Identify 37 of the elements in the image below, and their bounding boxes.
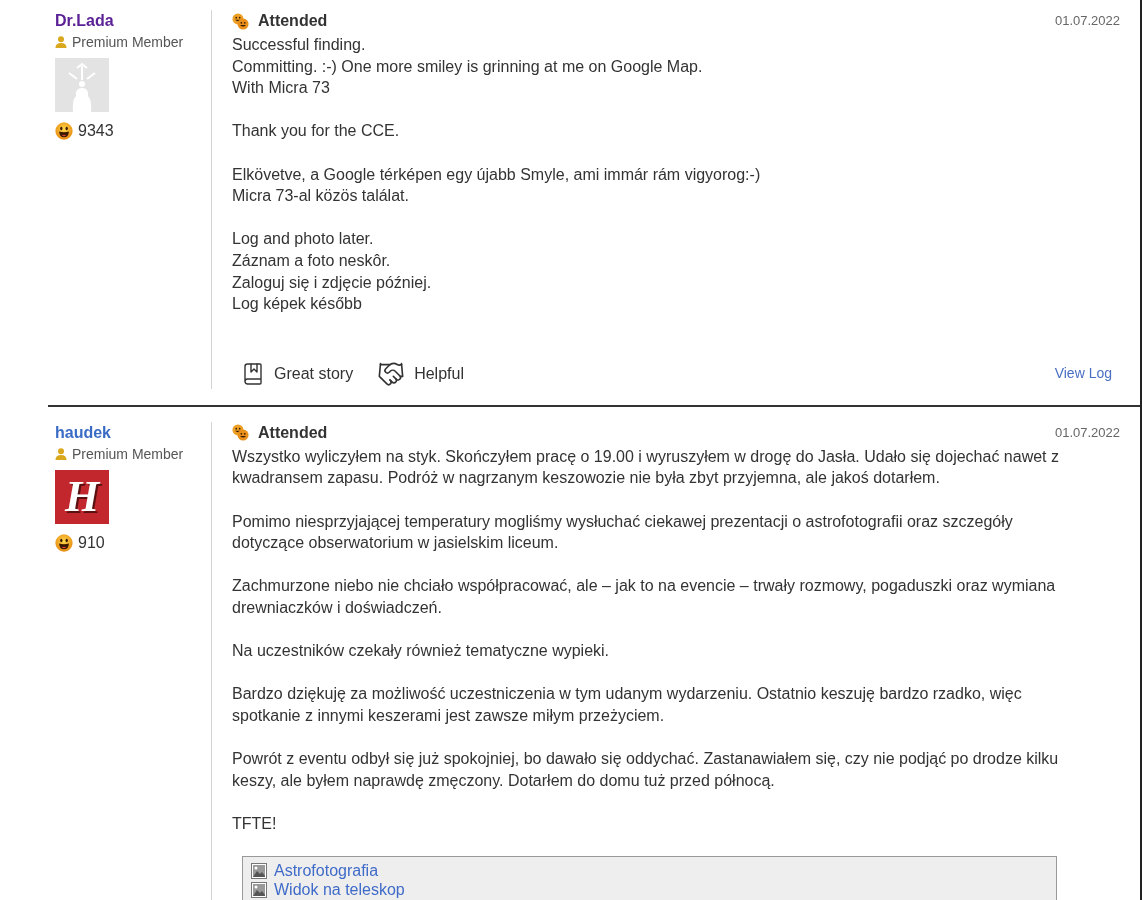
log-paragraph: Pomimo niesprzyjającej temperatury mogliśmy wysłuchać ciekawej prezentacji o astrofotografii oraz szczegóły dotyczące obserwatorium w jasielskim liceum. xyxy=(232,511,1014,554)
log-paragraph: Bardzo dziękuję za możliwość uczestniczenia w tym udanym wydarzeniu. Ostatnio keszuję bardzo rzadko, więc spotkanie z innymi keszerami jest zawsze miłym przeżyciem. xyxy=(232,684,1023,726)
log-type: Attended xyxy=(258,11,328,31)
avatar-letter: H xyxy=(64,474,100,519)
username-link[interactable]: Dr.Lada xyxy=(55,10,114,32)
log-paragraph: Na uczestników czekały również tematyczne wypieki. xyxy=(232,641,611,662)
log-paragraph: Successful finding. Committing. :-) One more smiley is grinning at me on Google Map. With Micra 73 xyxy=(232,35,704,99)
handshake-icon xyxy=(377,359,406,388)
person-icon xyxy=(55,447,67,460)
find-count: 9343 xyxy=(78,121,114,141)
smiley-icon xyxy=(55,122,73,140)
smiley-icon xyxy=(55,533,73,552)
log-paragraph: Thank you for the CCE. xyxy=(232,121,401,142)
log-date: 01.07.2022 xyxy=(1054,12,1120,31)
image-icon xyxy=(251,862,267,879)
reaction-button[interactable]: Great story xyxy=(241,361,354,386)
two-smileys-icon xyxy=(232,12,249,30)
member-rank: Premium Member xyxy=(72,444,184,463)
log-paragraph: Wszystko wyliczyłem na styk. Skończyłem pracę o 19.00 i wyruszyłem w drogę do Jasła. Udało się dojechać nawet z kwadransem zapasu. Podróż w nagrzanym keszowozie nie była zbyt przyjemna, ale jakoś dotarłem. xyxy=(232,446,1060,489)
person-icon xyxy=(55,36,67,48)
member-rank: Premium Member xyxy=(72,33,184,51)
view-log-link[interactable]: View Log xyxy=(1054,363,1112,385)
bookmarked-book-icon xyxy=(241,361,265,386)
log-paragraph: Elkövetve, a Google térképen egy újabb Smyle, ami immár rám vigyorog:-) Micra 73-al közös találat. xyxy=(232,164,762,207)
image-link[interactable]: Widok na teleskop xyxy=(274,880,405,899)
log-date: 01.07.2022 xyxy=(1054,423,1120,442)
reaction-button[interactable]: Helpful xyxy=(377,359,464,388)
log-paragraph: TFTE! xyxy=(232,813,278,834)
log-paragraph: Zachmurzone niebo nie chciało współpracować, ale – jak to na evencie – trwały rozmowy, pogaduszki oraz wymiana drewniaczków i doświadczeń. xyxy=(232,576,1057,618)
username-link[interactable]: haudek xyxy=(55,421,111,444)
log-paragraph: Powrót z eventu odbył się już spokojniej, bo dawało się oddychać. Zastanawiałem się, czy nie podjąć po drodze kilku keszy, ale byłem naprawdę zmęczony. Dotarłem do domu tuż przed północą. xyxy=(232,749,1060,791)
two-smileys-icon xyxy=(232,424,249,442)
log-paragraph: Log and photo later. Záznam a foto neskôr. Zaloguj się i zdjęcie później. Log képek később xyxy=(232,229,433,315)
default-avatar-placeholder xyxy=(55,58,109,112)
image-link[interactable]: Astrofotografia xyxy=(274,861,379,880)
find-count: 910 xyxy=(78,532,105,553)
log-type: Attended xyxy=(258,422,328,443)
